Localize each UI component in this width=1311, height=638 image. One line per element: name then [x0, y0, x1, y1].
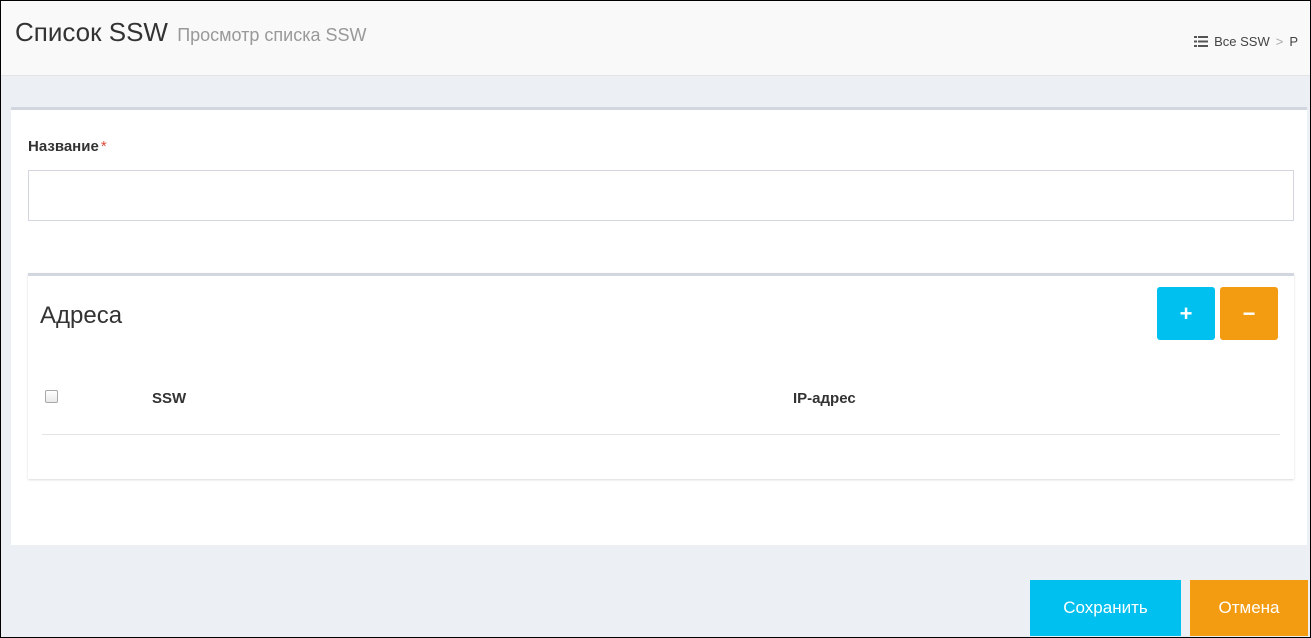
- breadcrumb-separator: >: [1275, 34, 1284, 49]
- content-header: Список SSW Просмотр списка SSW Все SSW >…: [1, 1, 1310, 76]
- save-button[interactable]: Сохранить: [1030, 580, 1181, 636]
- breadcrumb-all-ssw-link[interactable]: Все SSW: [1214, 34, 1270, 49]
- select-all-checkbox[interactable]: [45, 390, 58, 403]
- add-address-button[interactable]: +: [1157, 287, 1215, 340]
- column-header-ssw: SSW: [152, 390, 187, 407]
- name-input[interactable]: [28, 170, 1294, 221]
- form-box: Название * Адреса + − SSW IP-адрес: [11, 107, 1307, 545]
- required-asterisk: *: [100, 138, 107, 155]
- remove-address-button[interactable]: −: [1220, 287, 1278, 340]
- breadcrumb: Все SSW > Р: [1194, 34, 1298, 49]
- cancel-button[interactable]: Отмена: [1190, 580, 1308, 636]
- page-title-text: Список SSW: [15, 17, 168, 47]
- list-icon: [1194, 36, 1209, 47]
- addresses-box: Адреса + − SSW IP-адрес: [28, 273, 1294, 479]
- column-header-ip-address: IP-адрес: [793, 390, 856, 407]
- page-title: Список SSW Просмотр списка SSW: [15, 17, 366, 48]
- name-label-text: Название: [28, 138, 99, 155]
- name-field-label: Название *: [28, 138, 107, 155]
- addresses-table-header: SSW IP-адрес: [42, 384, 1280, 435]
- addresses-title: Адреса: [40, 302, 123, 329]
- breadcrumb-current: Р: [1289, 34, 1298, 49]
- page-subtitle: Просмотр списка SSW: [177, 25, 367, 45]
